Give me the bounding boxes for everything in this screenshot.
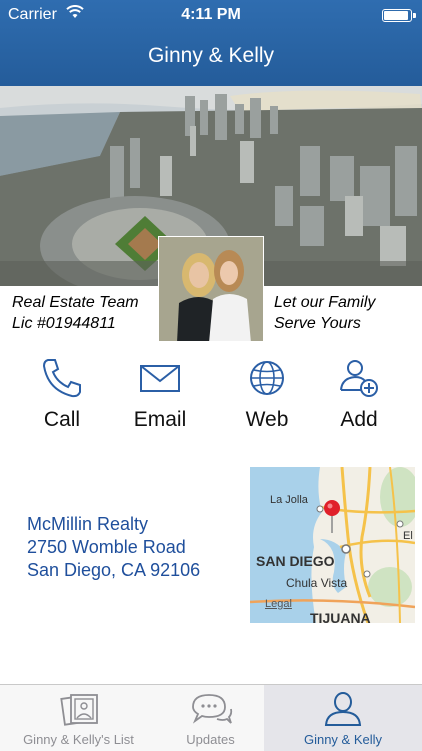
tab-updates-label: Updates bbox=[186, 732, 235, 747]
tab-list[interactable]: Ginny & Kelly's List bbox=[0, 685, 157, 751]
battery-fill bbox=[384, 11, 409, 20]
photo-album-icon bbox=[59, 694, 98, 726]
battery-icon bbox=[382, 9, 416, 22]
tagline-right-line2: Serve Yours bbox=[274, 315, 361, 332]
tagline-left-line2: Lic #01944811 bbox=[12, 315, 116, 332]
tagline-left: Real Estate Team Lic #01944811 bbox=[12, 292, 139, 334]
map-label-chula-vista: Chula Vista bbox=[286, 576, 348, 590]
phone-icon bbox=[42, 359, 81, 398]
address-company: McMillin Realty bbox=[27, 514, 149, 534]
chat-bubble-icon bbox=[191, 694, 232, 724]
tab-bar: Ginny & Kelly's List Updates Ginny & Kel… bbox=[0, 684, 422, 751]
envelope-icon bbox=[140, 365, 180, 392]
map-legal-link[interactable]: Legal bbox=[265, 598, 292, 610]
map-label-la-jolla: La Jolla bbox=[270, 494, 308, 506]
add-contact-icon bbox=[340, 360, 378, 397]
tab-updates[interactable]: Updates bbox=[157, 685, 264, 751]
address-city: San Diego, CA 92106 bbox=[27, 560, 201, 580]
page-title: Ginny & Kelly bbox=[147, 44, 275, 67]
map-label-el: El bbox=[403, 530, 413, 542]
add-label: Add bbox=[340, 408, 378, 431]
map-label-tijuana: TIJUANA bbox=[310, 610, 371, 623]
location-map[interactable]: La Jolla SAN DIEGO Chula Vista TIJUANA E… bbox=[250, 467, 415, 623]
globe-icon bbox=[250, 361, 284, 395]
call-label: Call bbox=[43, 408, 81, 431]
web-label: Web bbox=[245, 408, 289, 431]
app-header: Carrier 4:11 PM Ginny & Kelly bbox=[0, 0, 422, 86]
agents-portrait bbox=[158, 236, 264, 342]
status-time: 4:11 PM bbox=[181, 6, 241, 23]
email-button[interactable]: Email bbox=[120, 356, 200, 432]
address-link[interactable]: McMillin Realty 2750 Womble Road San Die… bbox=[27, 513, 200, 582]
tab-profile[interactable]: Ginny & Kelly bbox=[264, 685, 422, 751]
email-label: Email bbox=[133, 408, 187, 431]
status-bar: Carrier 4:11 PM bbox=[0, 0, 422, 30]
tab-list-label: Ginny & Kelly's List bbox=[23, 732, 134, 747]
add-contact-button[interactable]: Add bbox=[319, 356, 399, 432]
tab-profile-label: Ginny & Kelly bbox=[303, 732, 383, 747]
person-icon bbox=[324, 692, 362, 726]
tagline-right: Let our Family Serve Yours bbox=[274, 292, 375, 334]
call-button[interactable]: Call bbox=[22, 356, 102, 432]
tagline-right-line1: Let our Family bbox=[274, 294, 376, 311]
address-street: 2750 Womble Road bbox=[27, 537, 186, 557]
web-button[interactable]: Web bbox=[227, 356, 307, 432]
map-label-san-diego: SAN DIEGO bbox=[256, 553, 335, 569]
tagline-left-line1: Real Estate Team bbox=[12, 294, 139, 311]
